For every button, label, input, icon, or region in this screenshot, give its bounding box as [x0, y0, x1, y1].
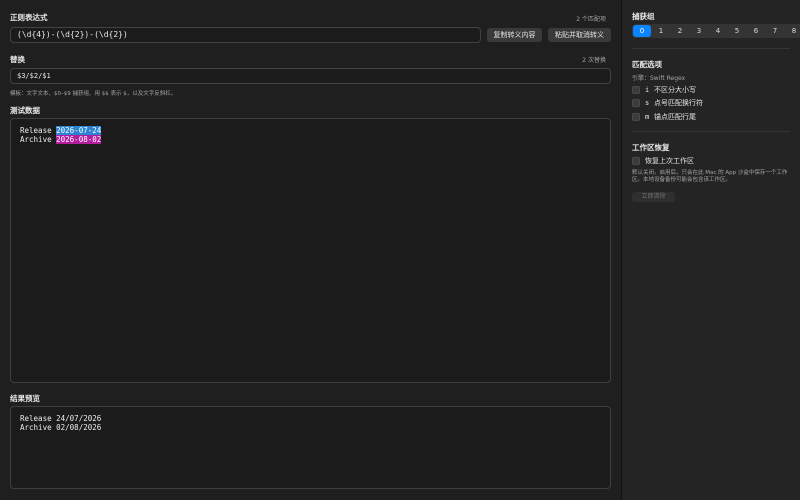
- option-dot-matches-newline[interactable]: s 点号匹配换行符: [632, 98, 703, 107]
- replace-section-title: 替换: [10, 55, 25, 64]
- option-anchors-match-lines[interactable]: m 锚点匹配行尾: [632, 112, 696, 121]
- sidebar-separator: [632, 48, 790, 49]
- clear-now-button[interactable]: 立即清除: [632, 192, 675, 202]
- result-preview-title: 结果预览: [10, 394, 40, 403]
- copy-escaped-button[interactable]: 复制转义内容: [487, 28, 542, 42]
- replace-input[interactable]: $3/$2/$1: [10, 68, 611, 84]
- engine-label: 引擎：Swift Regex: [632, 75, 686, 82]
- capture-group-1[interactable]: 1: [652, 25, 670, 37]
- workspace-restore-title: 工作区恢复: [632, 143, 670, 152]
- capture-group-5[interactable]: 5: [728, 25, 746, 37]
- paste-unescape-button[interactable]: 粘贴并取消转义: [548, 28, 611, 42]
- main-panel: 正则表达式 2 个匹配项 (\d{4})-(\d{2})-(\d{2}) 复制转…: [0, 0, 621, 500]
- capture-group-7[interactable]: 7: [766, 25, 784, 37]
- capture-group-6[interactable]: 6: [747, 25, 765, 37]
- match-highlight: 2026-07-24: [56, 126, 102, 135]
- capture-group-selector: 0 1 2 3 4 5 6 7 8: [632, 24, 800, 38]
- workspace-description: 默认关闭。启用后，只会在此 Mac 的 App 沙盒中保存一个工作区。本地设备备…: [632, 170, 788, 183]
- result-preview: Release 24/07/2026 Archive 02/08/2026: [10, 406, 611, 489]
- capture-group-0[interactable]: 0: [633, 25, 651, 37]
- test-data-editor[interactable]: Release 2026-07-24 Archive 2026-08-02: [10, 118, 611, 383]
- sidebar-separator: [632, 131, 790, 132]
- result-line: Release 24/07/2026: [20, 414, 102, 423]
- test-line: Release 2026-07-24: [20, 126, 601, 135]
- match-count: 2 个匹配项: [576, 16, 606, 23]
- restore-workspace-option[interactable]: 恢复上次工作区: [632, 156, 694, 165]
- result-line: Archive 02/08/2026: [20, 423, 102, 432]
- restore-workspace-label: 恢复上次工作区: [645, 156, 694, 165]
- option-label: 点号匹配换行符: [654, 98, 703, 107]
- case-insensitive-checkbox[interactable]: [632, 85, 640, 94]
- test-line-prefix: Release: [20, 126, 57, 135]
- inspector-sidebar: 捕获组 0 1 2 3 4 5 6 7 8 匹配选项 引擎：Swift Rege…: [622, 0, 800, 500]
- option-case-insensitive[interactable]: i 不区分大小写: [632, 85, 696, 94]
- anchors-match-lines-checkbox[interactable]: [632, 112, 640, 121]
- test-line-prefix: Archive: [20, 135, 57, 144]
- option-label: 锚点匹配行尾: [654, 112, 696, 121]
- regex-input[interactable]: (\d{4})-(\d{2})-(\d{2}): [10, 27, 481, 43]
- capture-groups-title: 捕获组: [632, 12, 655, 21]
- capture-group-3[interactable]: 3: [690, 25, 708, 37]
- option-flag: s: [645, 98, 650, 107]
- capture-group-2[interactable]: 2: [671, 25, 689, 37]
- option-label: 不区分大小写: [654, 85, 696, 94]
- restore-workspace-checkbox[interactable]: [632, 156, 640, 165]
- regex-section-title: 正则表达式: [10, 13, 48, 22]
- capture-group-8[interactable]: 8: [785, 25, 800, 37]
- replace-count: 2 次替换: [582, 57, 606, 64]
- test-line: Archive 2026-08-02: [20, 135, 601, 144]
- dot-matches-newline-checkbox[interactable]: [632, 98, 640, 107]
- match-highlight: 2026-08-02: [56, 135, 102, 144]
- option-flag: m: [645, 112, 650, 121]
- match-options-title: 匹配选项: [632, 60, 662, 69]
- capture-group-4[interactable]: 4: [709, 25, 727, 37]
- option-flag: i: [645, 85, 650, 94]
- test-data-title: 测试数据: [10, 106, 40, 115]
- template-hint: 模板：文字文本、$0–$9 捕获组、用 $$ 表示 $，以及文字反斜杠。: [10, 91, 177, 97]
